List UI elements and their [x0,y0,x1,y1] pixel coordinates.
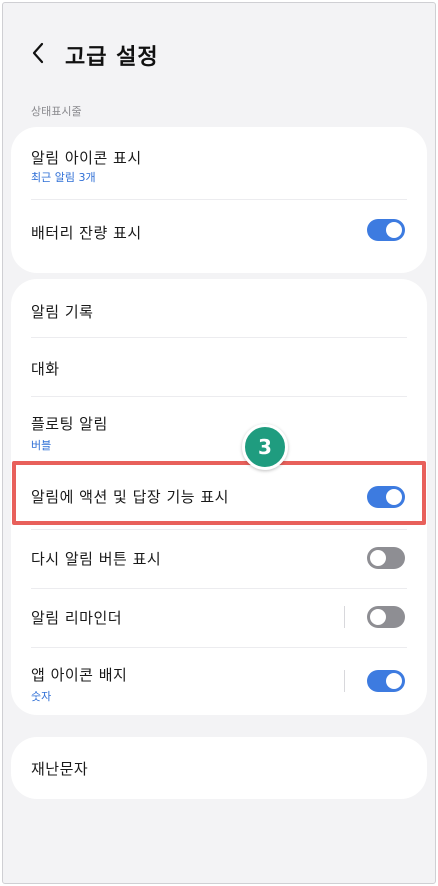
row-label: 재난문자 [31,760,89,778]
row-snooze-button[interactable]: 다시 알림 버튼 표시 [11,530,427,588]
toggle-knob [368,548,388,568]
emergency-card: 재난문자 [11,737,427,799]
row-label: 대화 [31,360,60,378]
row-sublabel: 최근 알림 3개 [31,171,96,184]
row-emergency-alerts[interactable]: 재난문자 [11,737,427,799]
vertical-separator [344,606,345,628]
row-label: 알림 기록 [31,303,94,321]
row-conversations[interactable]: 대화 [11,338,427,396]
row-label: 알림 리마인더 [31,609,123,627]
row-actions-and-replies[interactable]: 알림에 액션 및 답장 기능 표시 [11,469,427,523]
toggle-knob [386,489,402,505]
back-button[interactable] [25,39,53,67]
row-label: 배터리 잔량 표시 [31,224,142,242]
snooze-toggle[interactable] [367,547,405,569]
settings-screen: 고급 설정 상태표시줄 알림 아이콘 표시 최근 알림 3개 배터리 잔량 표시… [2,2,436,884]
row-notification-icons[interactable]: 알림 아이콘 표시 최근 알림 3개 [11,127,427,199]
row-label: 플로팅 알림 [31,415,108,433]
row-sublabel: 버블 [31,439,52,452]
vertical-separator [344,670,345,692]
app-badge-toggle[interactable] [367,670,405,692]
status-bar-card: 알림 아이콘 표시 최근 알림 3개 배터리 잔량 표시 [11,127,427,273]
section-label-status-bar: 상태표시줄 [31,105,82,118]
battery-toggle[interactable] [367,219,405,241]
row-sublabel: 숫자 [31,690,52,703]
row-app-icon-badges[interactable]: 앱 아이콘 배지 숫자 [11,648,427,715]
toggle-knob [386,673,402,689]
row-label: 다시 알림 버튼 표시 [31,550,162,568]
toggle-knob [368,607,388,627]
step-badge: 3 [242,424,288,470]
row-label: 알림에 액션 및 답장 기능 표시 [31,488,229,506]
page-title: 고급 설정 [65,45,159,70]
app-header: 고급 설정 [3,3,435,103]
chevron-left-icon [32,42,44,64]
actions-replies-toggle[interactable] [367,486,405,508]
row-label: 앱 아이콘 배지 [31,666,128,684]
reminder-toggle[interactable] [367,606,405,628]
row-label: 알림 아이콘 표시 [31,149,142,167]
row-floating-notifications[interactable]: 플로팅 알림 버블 [11,397,427,465]
row-notification-reminders[interactable]: 알림 리마인더 [11,589,427,647]
toggle-knob [386,222,402,238]
notifications-card: 알림 기록 대화 플로팅 알림 버블 알림에 액션 및 답장 기능 표시 다시 … [11,279,427,715]
row-notification-history[interactable]: 알림 기록 [11,279,427,337]
row-battery-percentage[interactable]: 배터리 잔량 표시 [11,200,427,273]
